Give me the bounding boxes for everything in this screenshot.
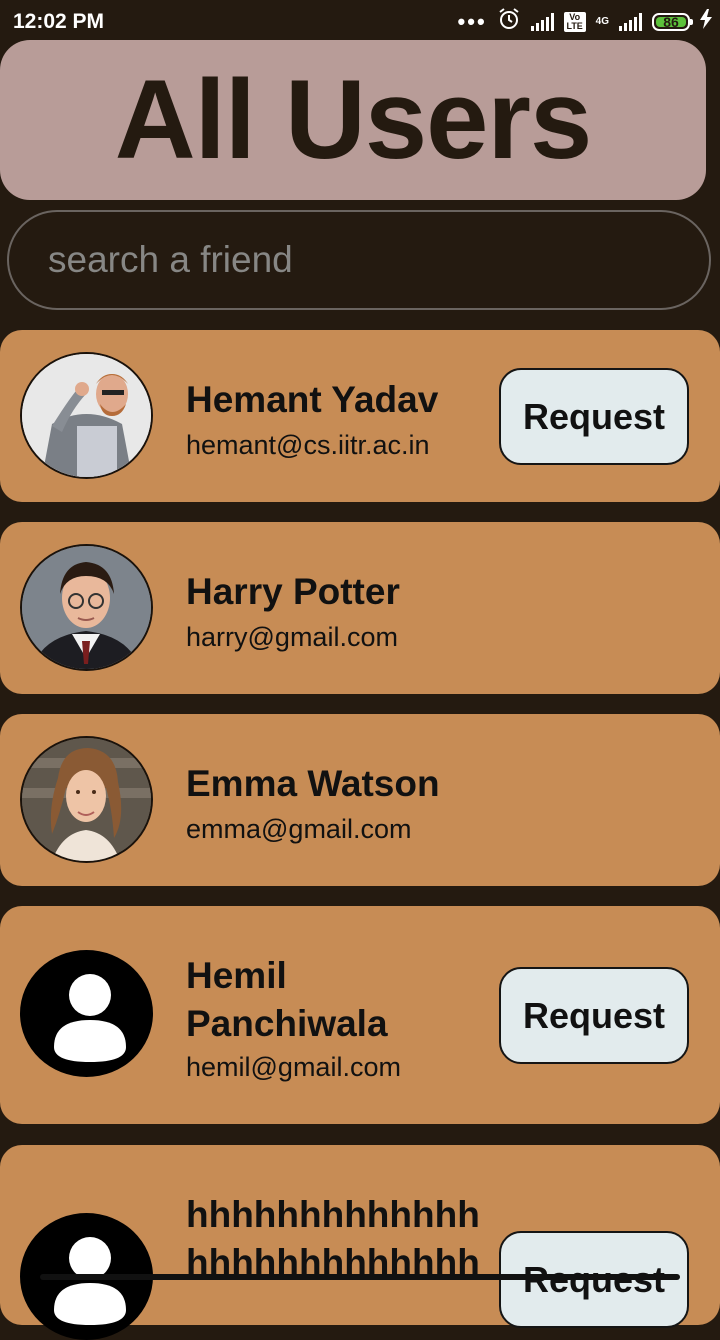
alarm-icon <box>497 7 521 37</box>
volte-icon: Vo LTE <box>563 12 586 32</box>
page-title: All Users <box>114 57 593 182</box>
status-icons: ••• Vo LTE 4G 86 <box>458 7 712 37</box>
user-name: Emma Watson <box>186 763 440 804</box>
user-name: Hemil Panchiwala <box>186 955 388 1044</box>
user-card: Hemant Yadav hemant@cs.iitr.ac.in Reques… <box>0 330 720 502</box>
header-banner: All Users <box>0 40 706 200</box>
search-input[interactable] <box>9 212 709 308</box>
search-box[interactable] <box>7 210 711 310</box>
status-bar: 12:02 PM ••• Vo LTE 4G 86 <box>0 0 720 44</box>
user-email: emma@gmail.com <box>186 814 412 844</box>
user-email: hemant@cs.iitr.ac.in <box>186 430 430 460</box>
request-button[interactable]: Request <box>499 368 689 465</box>
user-card: hhhhhhhhhhhhh hhhhhhhhhhhhh Request <box>0 1145 720 1340</box>
bottom-scroll-indicator <box>40 1274 680 1280</box>
battery-icon: 86 <box>652 13 693 31</box>
user-email: hemil@gmail.com <box>186 1052 401 1082</box>
user-avatar <box>20 736 153 863</box>
user-card: Hemil Panchiwala hemil@gmail.com Request <box>0 906 720 1124</box>
notification-dots: ••• <box>457 9 487 34</box>
user-name: Harry Potter <box>186 571 400 612</box>
charging-icon <box>700 9 712 35</box>
user-card: Emma Watson emma@gmail.com <box>0 714 720 886</box>
user-email: harry@gmail.com <box>186 622 398 652</box>
status-time: 12:02 PM <box>13 10 105 33</box>
user-avatar <box>20 544 153 671</box>
user-name: Hemant Yadav <box>186 379 439 420</box>
user-card: Harry Potter harry@gmail.com <box>0 522 720 694</box>
signal-icon <box>530 13 554 31</box>
default-avatar-icon <box>20 950 153 1077</box>
battery-level: 86 <box>663 14 679 30</box>
user-name: hhhhhhhhhhhhh hhhhhhhhhhhhh <box>186 1194 480 1283</box>
request-button[interactable]: Request <box>499 967 689 1064</box>
user-avatar <box>20 352 153 479</box>
signal-icon <box>619 13 642 31</box>
network-type: 4G <box>595 16 609 27</box>
